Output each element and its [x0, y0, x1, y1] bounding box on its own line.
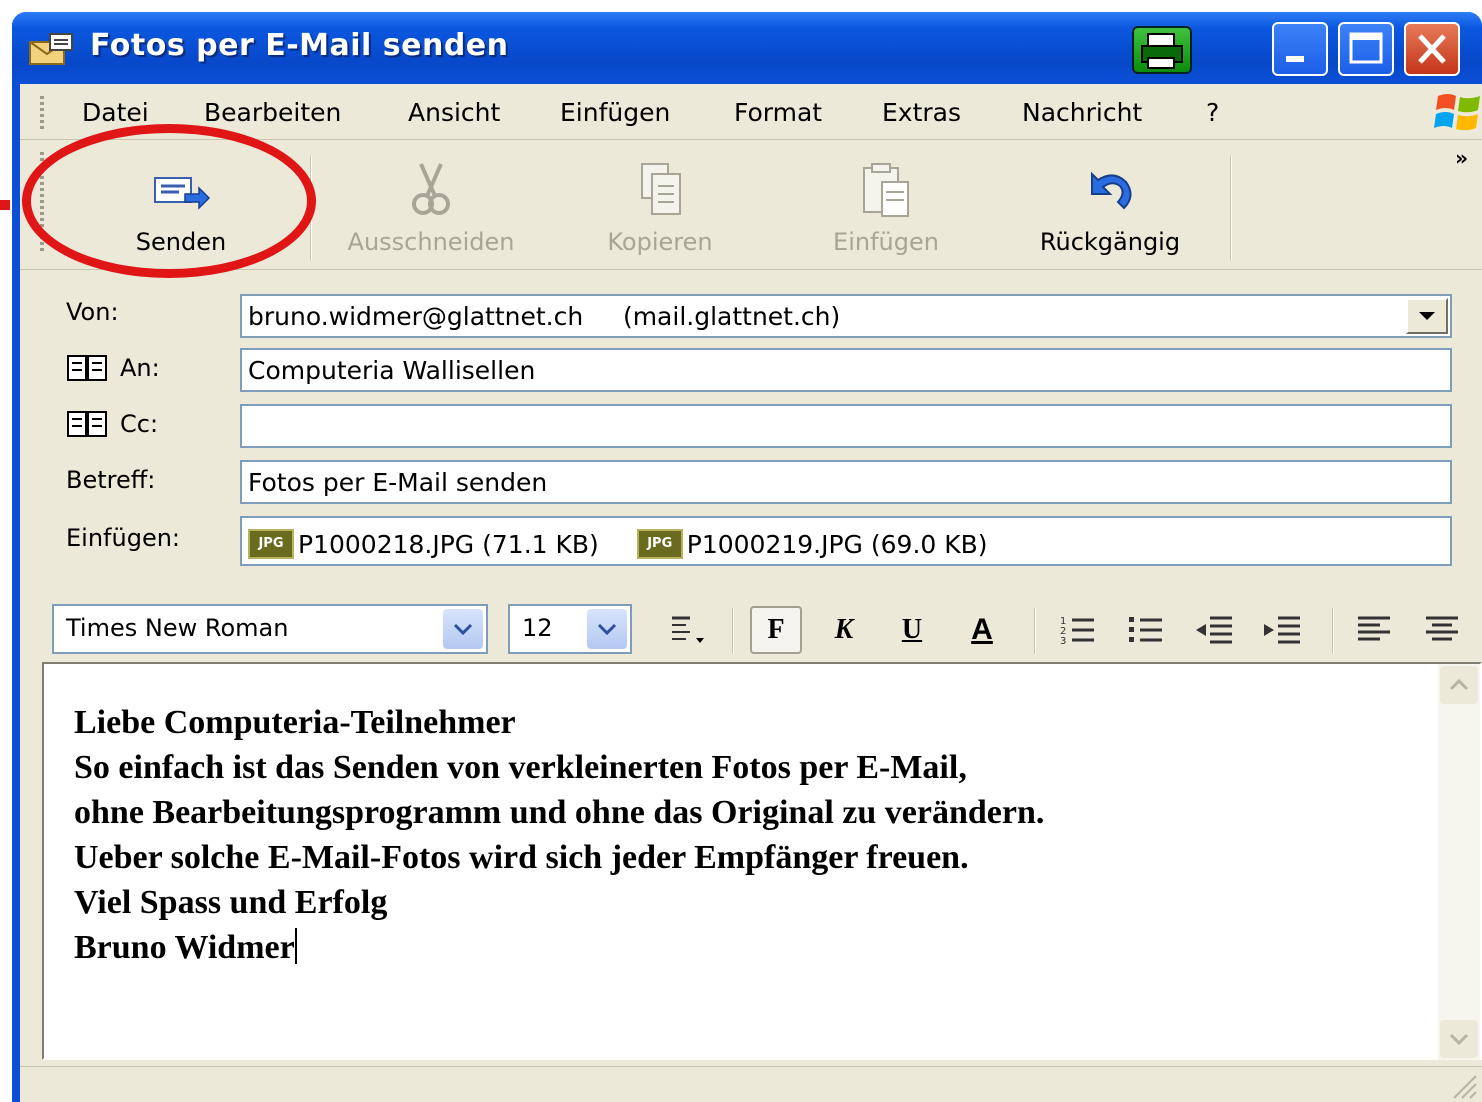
subject-value: Fotos per E-Mail senden	[248, 468, 548, 497]
address-book-icon	[67, 355, 107, 381]
attach-label: Einfügen:	[66, 524, 180, 552]
scroll-up-icon[interactable]	[1440, 666, 1478, 704]
status-bar	[20, 1066, 1482, 1102]
window-title: Fotos per E-Mail senden	[90, 28, 509, 63]
paragraph-style-icon[interactable]	[662, 606, 714, 654]
format-separator	[1332, 608, 1334, 654]
bullet-list-icon[interactable]	[1120, 606, 1172, 654]
menu-extras[interactable]: Extras	[882, 98, 961, 127]
message-body-editor[interactable]: Liebe Computeria-Teilnehmer So einfach i…	[42, 662, 1482, 1060]
text-caret	[294, 928, 297, 964]
copy-label: Kopieren	[607, 228, 713, 256]
cc-label: Cc:	[120, 410, 159, 438]
paste-label: Einfügen	[833, 228, 939, 256]
to-field[interactable]: Computeria Wallisellen	[240, 348, 1452, 392]
undo-button[interactable]: Rückgängig	[1010, 144, 1210, 266]
cc-field[interactable]	[240, 404, 1452, 448]
attachment-item[interactable]: JPG P1000218.JPG (71.1 KB)	[248, 529, 599, 559]
maximize-icon[interactable]	[1338, 22, 1394, 76]
jpg-file-icon: JPG	[636, 529, 683, 559]
body-line: Liebe Computeria-Teilnehmer	[74, 704, 516, 741]
undo-label: Rückgängig	[1039, 228, 1181, 256]
address-book-icon	[67, 411, 107, 437]
attach-field[interactable]: JPG P1000218.JPG (71.1 KB) JPG P1000219.…	[240, 516, 1452, 566]
bold-button[interactable]: F	[750, 606, 802, 654]
paste-button[interactable]: Einfügen	[786, 144, 986, 266]
new-mail-icon	[29, 33, 73, 65]
close-icon[interactable]	[1404, 22, 1460, 76]
to-value: Computeria Wallisellen	[248, 356, 536, 385]
message-body[interactable]: Liebe Computeria-Teilnehmer So einfach i…	[74, 700, 1044, 970]
to-label: An:	[120, 354, 160, 382]
align-center-icon[interactable]	[1416, 606, 1468, 654]
body-line: So einfach ist das Senden von verkleiner…	[74, 749, 967, 786]
from-field[interactable]: bruno.widmer@glattnet.ch (mail.glattnet.…	[240, 294, 1452, 338]
italic-button[interactable]: K	[818, 606, 870, 654]
from-label: Von:	[66, 298, 119, 326]
minimize-icon[interactable]	[1272, 22, 1328, 76]
vertical-scrollbar[interactable]	[1438, 664, 1480, 1060]
annotation-mark	[0, 200, 10, 210]
menu-bearbeiten[interactable]: Bearbeiten	[204, 98, 341, 127]
decrease-indent-icon[interactable]	[1188, 606, 1240, 654]
font-value: Times New Roman	[66, 614, 289, 642]
menu-grip[interactable]	[40, 96, 44, 130]
menu-format[interactable]: Format	[734, 98, 822, 127]
underline-button[interactable]: U	[886, 606, 938, 654]
jpg-file-icon: JPG	[248, 529, 294, 559]
scissors-icon	[412, 163, 450, 215]
chevron-down-icon[interactable]	[443, 609, 483, 649]
paste-icon	[863, 163, 909, 217]
font-size-select[interactable]: 12	[508, 604, 632, 654]
format-separator	[732, 608, 734, 654]
attachment-item[interactable]: JPG P1000219.JPG (69.0 KB)	[636, 529, 988, 559]
resize-grip-icon[interactable]	[1448, 1070, 1478, 1100]
toolbar-separator	[1230, 156, 1232, 260]
svg-text:3: 3	[1060, 636, 1066, 647]
attachment-name: P1000219.JPG (69.0 KB)	[686, 529, 988, 559]
font-color-button[interactable]: A	[956, 606, 1008, 654]
windows-logo-icon	[1434, 94, 1480, 131]
numbered-list-icon[interactable]: 123	[1052, 606, 1104, 654]
body-line: ohne Bearbeitungsprogramm und ohne das O…	[74, 794, 1045, 831]
chevron-down-icon[interactable]	[587, 609, 627, 649]
scroll-down-icon[interactable]	[1440, 1020, 1478, 1058]
copy-button[interactable]: Kopieren	[560, 144, 760, 266]
copy-icon	[641, 163, 681, 215]
font-size-value: 12	[522, 614, 553, 642]
to-label-wrap[interactable]: An:	[66, 354, 160, 382]
menu-bar: Datei Bearbeiten Ansicht Einfügen Format…	[20, 84, 1482, 140]
chevron-more-icon[interactable]: »	[1455, 146, 1468, 170]
undo-icon	[1091, 171, 1132, 210]
menu-ansicht[interactable]: Ansicht	[408, 98, 500, 127]
subject-field[interactable]: Fotos per E-Mail senden	[240, 460, 1452, 504]
menu-datei[interactable]: Datei	[82, 98, 149, 127]
formatting-toolbar: Times New Roman 12 F K U A 123	[42, 588, 1482, 658]
from-value: bruno.widmer@glattnet.ch (mail.glattnet.…	[248, 302, 841, 331]
cc-label-wrap[interactable]: Cc:	[66, 410, 158, 438]
from-dropdown-button[interactable]	[1406, 298, 1448, 334]
menu-help[interactable]: ?	[1206, 98, 1219, 127]
print-icon[interactable]	[1132, 26, 1192, 74]
font-select[interactable]: Times New Roman	[52, 604, 488, 654]
highlight-circle	[22, 124, 316, 278]
cut-label: Ausschneiden	[347, 228, 515, 256]
title-bar[interactable]: Fotos per E-Mail senden	[12, 12, 1482, 84]
align-left-icon[interactable]	[1348, 606, 1400, 654]
menu-nachricht[interactable]: Nachricht	[1022, 98, 1142, 127]
attachment-name: P1000218.JPG (71.1 KB)	[298, 529, 599, 559]
body-line: Bruno Widmer	[74, 929, 295, 966]
chevron-down-icon	[1419, 312, 1435, 320]
body-line: Viel Spass und Erfolg	[74, 884, 388, 921]
increase-indent-icon[interactable]	[1256, 606, 1308, 654]
cut-button[interactable]: Ausschneiden	[320, 144, 542, 266]
body-line: Ueber solche E-Mail-Fotos wird sich jede…	[74, 839, 969, 876]
menu-einfuegen[interactable]: Einfügen	[560, 98, 670, 127]
format-separator	[1034, 608, 1036, 654]
subject-label: Betreff:	[66, 466, 156, 494]
